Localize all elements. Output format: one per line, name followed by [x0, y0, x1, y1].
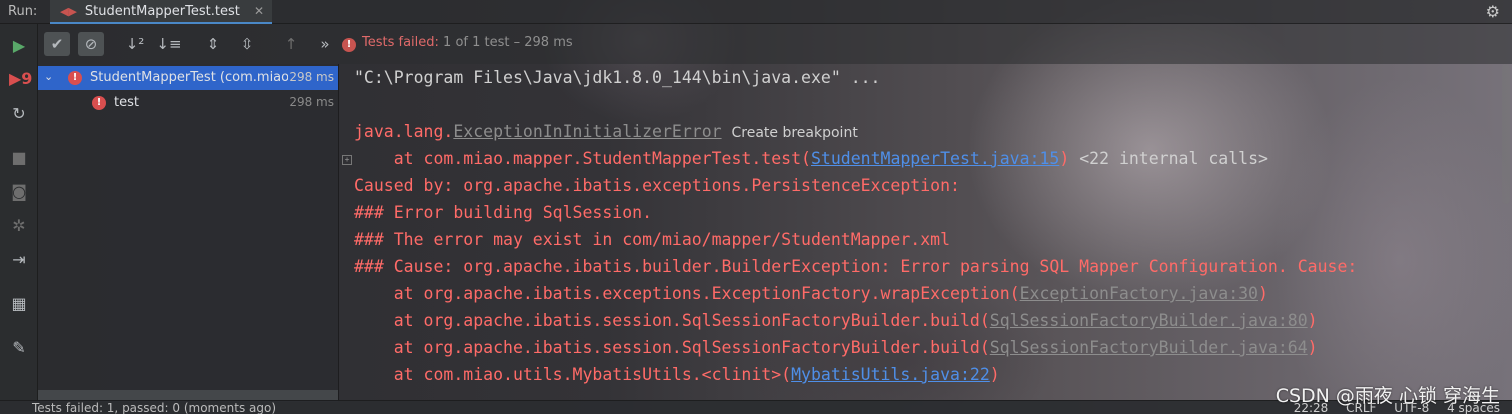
source-link[interactable]: SqlSessionFactoryBuilder.java:80 — [990, 311, 1308, 330]
stack-frame-close: ) — [989, 365, 1000, 384]
tab-student-mapper-test[interactable]: ◀▶ StudentMapperTest.test ✕ — [50, 0, 272, 24]
error-icon: ! — [342, 38, 356, 52]
status-bar-message: Tests failed: 1, passed: 0 (moments ago) — [32, 401, 277, 414]
expand-all-icon[interactable]: ⇕ — [200, 32, 226, 56]
console-line-error-3: ### Cause: org.apache.ibatis.builder.Bui… — [354, 257, 1368, 276]
show-ignored-icon[interactable]: ⊘ — [78, 32, 104, 56]
console-line-error-1: ### Error building SqlSession. — [354, 203, 653, 222]
tree-item-student-mapper-test[interactable]: ⌄ ! StudentMapperTest (com.miao 298 ms — [38, 66, 338, 90]
stack-frame-text: at org.apache.ibatis.exceptions.Exceptio… — [354, 284, 1020, 303]
console-line-stack-5: at com.miao.utils.MybatisUtils.<clinit>(… — [354, 365, 1000, 384]
tree-item-test[interactable]: ! test 298 ms — [38, 91, 338, 115]
stop-icon[interactable]: ■ — [9, 148, 29, 168]
layout-icon[interactable]: ▦ — [9, 294, 29, 314]
tab-title: StudentMapperTest.test — [84, 3, 240, 19]
create-breakpoint-link[interactable]: Create breakpoint — [732, 125, 858, 141]
stack-frame-text: at com.miao.mapper.StudentMapperTest.tes… — [354, 149, 811, 168]
stack-frame-close: ) — [1059, 149, 1070, 168]
more-actions-icon[interactable]: » — [312, 32, 338, 56]
error-icon: ! — [92, 96, 106, 110]
gear-icon[interactable]: ⚙ — [1486, 2, 1500, 21]
sort-by-duration-icon[interactable]: ↓≡ — [156, 32, 182, 56]
test-results-tree: ⌄ ! StudentMapperTest (com.miao 298 ms !… — [38, 64, 339, 402]
console-line-stack-3: at org.apache.ibatis.session.SqlSessionF… — [354, 311, 1318, 330]
run-label: Run: — [8, 4, 38, 19]
test-status: ! Tests failed: 1 of 1 test – 298 ms — [342, 35, 573, 52]
test-config-icon: ◀▶ — [60, 4, 77, 18]
stack-frame-close: ) — [1307, 338, 1318, 357]
csdn-watermark: CSDN @雨夜 心锁 穿海生 — [1275, 385, 1500, 407]
stack-frame-close: ) — [1307, 311, 1318, 330]
console-line-stack-2: at org.apache.ibatis.exceptions.Exceptio… — [354, 284, 1268, 303]
rerun-icon[interactable]: ▶ — [9, 36, 29, 56]
status-failed-label: Tests failed: — [362, 35, 439, 50]
tree-item-time: 298 ms — [289, 95, 334, 109]
close-icon[interactable]: ✕ — [254, 4, 264, 18]
test-runner-toolbar: ✔ ⊘ ↓² ↓≡ ⇕ ⇳ ↑ » ! Tests failed: 1 of 1 … — [38, 24, 1512, 64]
tree-item-time: 298 ms — [289, 70, 334, 84]
console-line-stack-1: at com.miao.mapper.StudentMapperTest.tes… — [354, 149, 1268, 168]
stack-frame-close: ) — [1258, 284, 1268, 303]
previous-failed-icon[interactable]: ↑ — [278, 32, 304, 56]
tree-item-label: test — [114, 95, 139, 110]
status-summary: 1 of 1 test – 298 ms — [443, 35, 573, 50]
camera-icon[interactable]: ◙ — [9, 182, 29, 202]
expand-fold-icon[interactable]: + — [342, 155, 352, 165]
console-line-command: "C:\Program Files\Java\jdk1.8.0_144\bin\… — [354, 68, 881, 87]
collapse-all-icon[interactable]: ⇳ — [234, 32, 260, 56]
source-link[interactable]: SqlSessionFactoryBuilder.java:64 — [990, 338, 1308, 357]
tree-item-label: StudentMapperTest (com.miao — [90, 70, 288, 85]
pin-icon[interactable]: ✎ — [9, 338, 29, 358]
console-line-caused-by: Caused by: org.apache.ibatis.exceptions.… — [354, 176, 960, 195]
console-line-stack-4: at org.apache.ibatis.session.SqlSessionF… — [354, 338, 1318, 357]
run-tool-window-header: Run: ◀▶ StudentMapperTest.test ✕ ⚙ — [0, 0, 1512, 24]
left-vertical-toolbar: ▶ ▶9 ↻ ■ ◙ ✲ ⇥ ▦ ✎ — [0, 24, 38, 414]
stack-frame-text: at org.apache.ibatis.session.SqlSessionF… — [354, 338, 990, 357]
show-passed-icon[interactable]: ✔ — [44, 32, 70, 56]
console-line-error-2: ### The error may exist in com/miao/mapp… — [354, 230, 951, 249]
source-link[interactable]: StudentMapperTest.java:15 — [811, 149, 1059, 168]
stack-frame-text: at org.apache.ibatis.session.SqlSessionF… — [354, 311, 990, 330]
toggle-auto-test-icon[interactable]: ↻ — [9, 104, 29, 124]
exit-icon[interactable]: ⇥ — [9, 250, 29, 270]
source-link[interactable]: ExceptionFactory.java:30 — [1020, 284, 1258, 303]
exception-prefix: java.lang. — [354, 122, 454, 141]
sort-alphabetically-icon[interactable]: ↓² — [122, 32, 148, 56]
chevron-down-icon[interactable]: ⌄ — [44, 70, 53, 83]
exception-class-link[interactable]: ExceptionInInitializerError — [453, 122, 721, 141]
source-link[interactable]: MybatisUtils.java:22 — [791, 365, 990, 384]
vertical-scrollbar[interactable] — [1502, 64, 1510, 204]
rerun-failed-icon[interactable]: ▶9 — [9, 69, 32, 89]
internal-calls-toggle[interactable]: <22 internal calls> — [1079, 149, 1268, 168]
settings-icon[interactable]: ✲ — [9, 216, 29, 236]
console-line-exception: java.lang.ExceptionInInitializerError Cr… — [354, 122, 858, 141]
error-icon: ! — [68, 71, 82, 85]
console-output[interactable]: + "C:\Program Files\Java\jdk1.8.0_144\bi… — [340, 64, 1512, 400]
stack-frame-text: at com.miao.utils.MybatisUtils.<clinit>( — [354, 365, 792, 384]
